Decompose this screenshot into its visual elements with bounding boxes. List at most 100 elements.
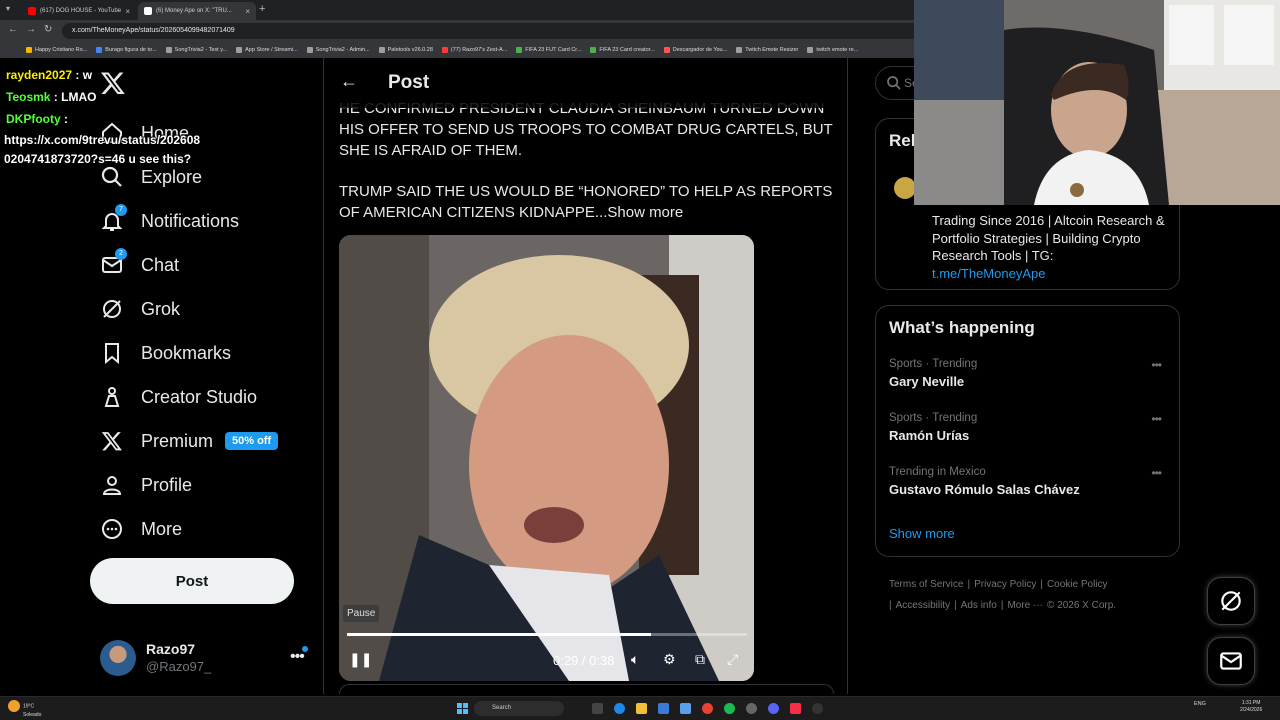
trend-category: Sports · Trending <box>889 412 978 424</box>
footer-link[interactable]: © 2026 X Corp. <box>1047 600 1116 611</box>
bookmark-label: Happy Cristiano Ro... <box>35 47 88 53</box>
sidebar-item-more[interactable]: More <box>100 514 182 544</box>
sidebar-item-bookmarks[interactable]: Bookmarks <box>100 338 231 368</box>
x-logo-icon[interactable] <box>100 70 126 103</box>
tab-menu-icon[interactable]: ▾ <box>6 4 10 13</box>
bookmark-item[interactable]: FIFA 23 Card creator... <box>590 47 655 53</box>
video-player[interactable]: Pause ❚❚ 0:29 / 0:38 🔈︎ ⚙ ⧉ ⤢ <box>339 235 754 681</box>
close-tab-icon[interactable]: × <box>125 7 130 16</box>
bookmark-item[interactable]: Twitch Emote Resizer <box>736 47 798 53</box>
sidebar-item-premium[interactable]: Premium 50% off <box>100 426 279 456</box>
bookmark-favicon-icon <box>236 47 243 53</box>
windows-start-icon[interactable] <box>457 703 468 714</box>
footer-link[interactable]: Accessibility <box>896 600 950 611</box>
more-options-icon[interactable]: ••• <box>1151 466 1162 480</box>
chrome-icon[interactable] <box>702 703 713 714</box>
sidebar-item-label: Chat <box>141 254 180 275</box>
discord-icon[interactable] <box>768 703 779 714</box>
settings-gear-icon[interactable]: ⚙ <box>663 651 676 668</box>
bookmark-item[interactable]: twitch emote re... <box>807 47 858 53</box>
bookmark-label: FIFA 23 FUT Card Cr... <box>525 47 582 53</box>
browser-tab-x[interactable]: (6) Money Ape on X: "TRU... × <box>138 2 256 20</box>
forward-icon[interactable]: → <box>26 24 36 35</box>
sidebar-item-profile[interactable]: Profile <box>100 470 192 500</box>
bookmark-favicon-icon <box>663 47 670 53</box>
edge-icon[interactable] <box>614 703 625 714</box>
back-arrow-icon[interactable]: ← <box>340 71 358 92</box>
profile-icon <box>100 473 124 497</box>
trend-name: Ramón Urías <box>889 428 970 443</box>
mail-app-icon[interactable] <box>680 703 691 714</box>
footer-separator: | <box>889 600 892 611</box>
more-options-icon[interactable]: ••• <box>1151 412 1162 426</box>
reload-icon[interactable]: ↻ <box>44 24 52 35</box>
new-tab-icon[interactable]: + <box>259 3 265 15</box>
system-tray[interactable]: ENG <box>1160 701 1206 707</box>
bookmark-item[interactable]: App Store / Streami... <box>236 47 298 53</box>
trend-item[interactable]: Sports · Trending Ramón Urías ••• <box>889 412 1169 443</box>
trend-name: Gary Neville <box>889 374 965 389</box>
trend-item[interactable]: Sports · Trending Gary Neville ••• <box>889 358 1169 389</box>
sidebar-item-creator-studio[interactable]: Creator Studio <box>100 382 257 412</box>
language-indicator: ENG <box>1194 701 1206 707</box>
video-progress-bar[interactable] <box>347 633 747 636</box>
bookmark-item[interactable]: Burago figura de to... <box>96 47 157 53</box>
bookmark-favicon-icon <box>516 47 523 53</box>
sidebar-item-label: Grok <box>141 298 181 319</box>
close-tab-icon[interactable]: × <box>245 7 250 16</box>
bookmark-favicon-icon <box>807 47 814 53</box>
bookmark-item[interactable]: Paletools v26.0.28 <box>378 47 433 53</box>
obs-icon[interactable] <box>812 703 823 714</box>
store-icon[interactable] <box>658 703 669 714</box>
bookmark-item[interactable]: FIFA 23 FUT Card Cr... <box>516 47 581 53</box>
account-switcher[interactable]: Razo97 @Razo97_ ••• <box>100 638 312 678</box>
fullscreen-icon[interactable]: ⤢ <box>727 651 738 668</box>
trend-item[interactable]: Trending in Mexico Gustavo Rómulo Salas C… <box>889 466 1169 497</box>
show-more-link[interactable]: Show more <box>607 204 683 221</box>
spotify-icon[interactable] <box>724 703 735 714</box>
picture-in-picture-icon[interactable]: ⧉ <box>695 651 705 668</box>
grok-float-button[interactable] <box>1207 577 1255 625</box>
browser-tab-youtube[interactable]: (617) DOG HOUSE - YouTube × <box>22 2 136 20</box>
footer-separator: | <box>1040 579 1043 590</box>
bookmark-label: (77) Razo97's Zest-A... <box>450 47 508 53</box>
clock[interactable]: 1:31 PM 2/24/2026 <box>1240 700 1262 714</box>
taskbar-search[interactable]: Search <box>474 701 564 716</box>
volume-icon[interactable]: 🔈︎ <box>631 651 639 668</box>
bookmark-item[interactable]: Descargador de You... <box>663 47 727 53</box>
pause-icon[interactable]: ❚❚ <box>349 651 372 668</box>
bookmark-label: twitch emote re... <box>816 47 859 53</box>
music-app-icon[interactable] <box>790 703 801 714</box>
more-options-icon[interactable]: ••• <box>1151 358 1162 372</box>
sidebar-item-notifications[interactable]: 7 Notifications <box>100 204 239 236</box>
post-paragraph-text: TRUMP SAID THE US WOULD BE “HONORED” TO … <box>339 183 833 221</box>
footer-link[interactable]: Terms of Service <box>889 579 963 590</box>
bookmark-item[interactable]: Happy Cristiano Ro... <box>26 47 87 53</box>
trend-name: Gustavo Rómulo Salas Chávez <box>889 482 1080 497</box>
creator-studio-icon <box>100 385 124 409</box>
show-more-trends-link[interactable]: Show more <box>889 526 955 541</box>
sidebar-item-chat[interactable]: 2 Chat <box>100 248 180 280</box>
post-button[interactable]: Post <box>90 558 294 604</box>
notification-count-badge: 2 <box>115 248 127 260</box>
bookmark-item[interactable]: SongTrivia2 - Test y... <box>165 47 227 53</box>
weather-widget[interactable]: 19°C Soleado <box>8 700 41 718</box>
back-icon[interactable]: ← <box>8 24 18 35</box>
bookmark-item[interactable]: (77) Razo97's Zest-A... <box>441 47 508 53</box>
x-premium-icon <box>100 429 124 453</box>
messages-float-button[interactable] <box>1207 637 1255 685</box>
steam-icon[interactable] <box>746 703 757 714</box>
file-explorer-icon[interactable] <box>636 703 647 714</box>
footer-link[interactable]: Ads info <box>961 600 997 611</box>
profile-link[interactable]: t.me/TheMoneyApe <box>932 266 1045 281</box>
footer-link[interactable]: Cookie Policy <box>1047 579 1108 590</box>
sidebar-item-grok[interactable]: Grok <box>100 294 180 324</box>
task-view-icon[interactable] <box>592 703 603 714</box>
notification-dot <box>302 646 308 652</box>
bookmark-item[interactable]: SongTrivia2 - Admin... <box>306 47 370 53</box>
url-input[interactable]: x.com/TheMoneyApe/status/202605409948207… <box>62 23 922 39</box>
webcam-overlay <box>914 0 1280 205</box>
avatar[interactable] <box>894 177 916 199</box>
footer-link[interactable]: More ··· <box>1007 600 1043 611</box>
footer-link[interactable]: Privacy Policy <box>974 579 1036 590</box>
